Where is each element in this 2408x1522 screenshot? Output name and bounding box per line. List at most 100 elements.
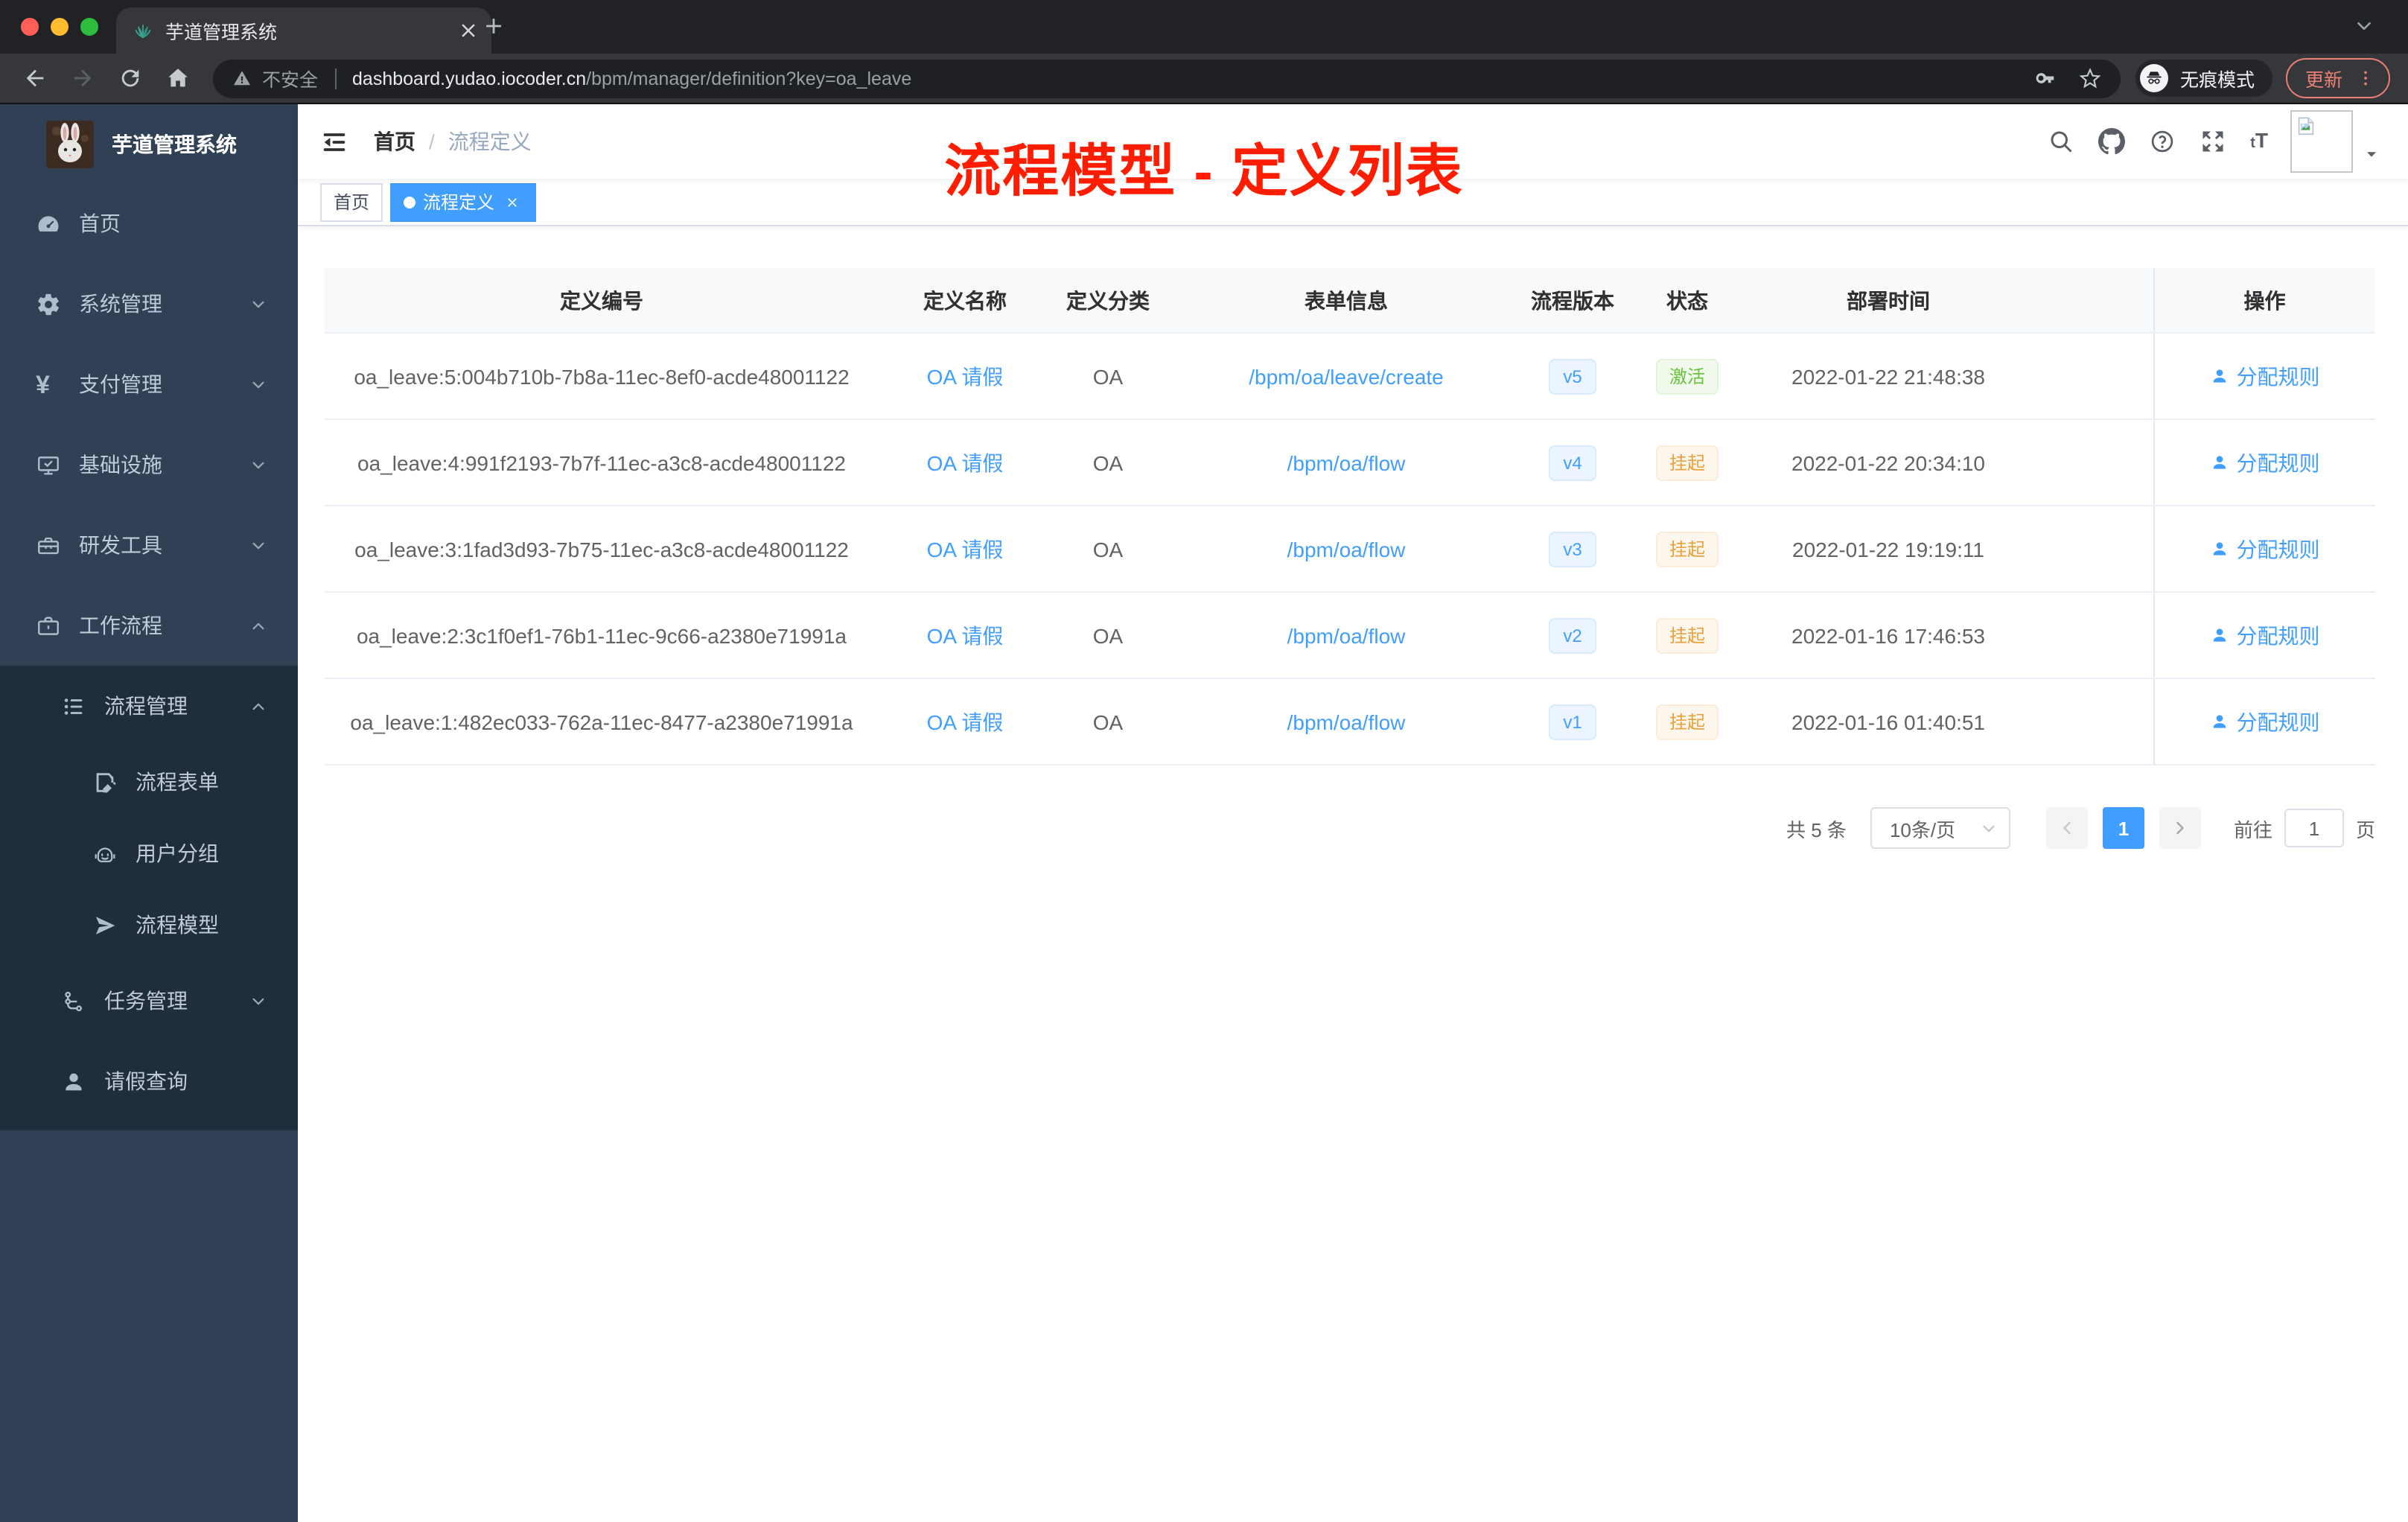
chevron-up-icon [250, 698, 267, 714]
sidebar-item-devtools[interactable]: 研发工具 [0, 505, 298, 585]
browser-menu-icon[interactable] [2356, 69, 2375, 88]
pagination-total: 共 5 条 [1786, 818, 1847, 841]
breadcrumb-separator: / [429, 130, 435, 153]
status-badge: 挂起 [1655, 531, 1719, 567]
sidebar-item-process-form[interactable]: 流程表单 [0, 746, 298, 818]
version-badge: v5 [1548, 358, 1597, 394]
sidebar-item-task-manage[interactable]: 任务管理 [0, 961, 298, 1041]
screen: 芋道管理系统 不安全 dashboard.yudao.iocoder.cn /b… [0, 0, 2408, 1522]
assign-rule-link[interactable]: 分配规则 [2210, 534, 2320, 564]
assign-rule-label: 分配规则 [2236, 710, 2320, 733]
cell-definition-id: oa_leave:2:3c1f0ef1-76b1-11ec-9c66-a2380… [325, 592, 879, 679]
sidebar-item-label: 用户分组 [136, 841, 219, 865]
assign-rule-link[interactable]: 分配规则 [2210, 707, 2320, 736]
sidebar-item-label: 工作流程 [79, 614, 162, 637]
sidebar-item-label: 任务管理 [104, 989, 188, 1013]
incognito-label: 无痕模式 [2179, 70, 2255, 91]
cell-spacer [2019, 333, 2153, 420]
user-icon [2210, 539, 2229, 558]
zoom-window-button[interactable] [80, 18, 98, 36]
sidebar-item-leave-query[interactable]: 请假查询 [0, 1041, 298, 1121]
incognito-icon [2144, 69, 2164, 88]
definition-name-link[interactable]: OA 请假 [927, 623, 1004, 647]
sidebar-item-payment[interactable]: ¥ 支付管理 [0, 344, 298, 424]
form-info-link[interactable]: /bpm/oa/flow [1287, 710, 1406, 733]
form-info-link[interactable]: /bpm/oa/flow [1287, 623, 1406, 647]
form-info-link[interactable]: /bpm/oa/flow [1287, 450, 1406, 474]
home-button[interactable] [165, 66, 191, 91]
sidebar-item-process-model[interactable]: 流程模型 [0, 889, 298, 961]
column-header-5: 流程版本 [1528, 268, 1617, 334]
chevron-up-icon [250, 617, 267, 634]
sidebar-item-system[interactable]: 系统管理 [0, 264, 298, 344]
back-button[interactable] [22, 66, 48, 91]
tab-overview-icon[interactable] [2354, 16, 2374, 36]
user-icon [2210, 366, 2229, 386]
user-icon [2210, 453, 2229, 472]
cell-spacer [2019, 592, 2153, 679]
form-info-link[interactable]: /bpm/oa/flow [1287, 537, 1406, 561]
next-page-button[interactable] [2159, 807, 2201, 849]
tab-close-icon[interactable] [457, 19, 480, 42]
sidebar-logo[interactable]: 芋道管理系统 [0, 104, 298, 183]
sidebar-item-label: 基础设施 [79, 453, 162, 477]
sidebar-item-home[interactable]: 首页 [0, 183, 298, 264]
assign-rule-label: 分配规则 [2236, 364, 2320, 388]
cell-deploy-time: 2022-01-16 01:40:51 [1757, 678, 2019, 765]
avatar-dropdown-icon[interactable] [2363, 145, 2380, 162]
prev-page-button[interactable] [2045, 807, 2088, 849]
yen-icon: ¥ [36, 370, 50, 398]
cell-category: OA [1051, 678, 1165, 765]
browser-update-button[interactable]: 更新 [2285, 58, 2390, 98]
browser-toolbar: 不安全 dashboard.yudao.iocoder.cn /bpm/mana… [0, 54, 2408, 104]
assign-rule-link[interactable]: 分配规则 [2210, 620, 2320, 650]
minimize-window-button[interactable] [51, 18, 69, 36]
github-icon[interactable] [2098, 128, 2126, 155]
definition-name-link[interactable]: OA 请假 [927, 450, 1004, 474]
sidebar-item-process-manage[interactable]: 流程管理 [0, 666, 298, 746]
logo-image [46, 120, 94, 168]
fullscreen-icon[interactable] [2200, 128, 2226, 155]
cell-definition-id: oa_leave:4:991f2193-7b7f-11ec-a3c8-acde4… [325, 419, 879, 506]
cell-category: OA [1051, 333, 1165, 420]
breadcrumb-home[interactable]: 首页 [374, 127, 415, 156]
sidebar-toggle-icon[interactable] [320, 127, 348, 156]
sidebar-item-infra[interactable]: 基础设施 [0, 424, 298, 505]
window-controls[interactable] [21, 18, 98, 36]
search-icon[interactable] [2048, 128, 2074, 155]
chevron-down-icon [250, 537, 267, 553]
address-bar[interactable]: 不安全 dashboard.yudao.iocoder.cn /bpm/mana… [213, 59, 2121, 98]
definition-name-link[interactable]: OA 请假 [927, 710, 1004, 733]
page-number-1[interactable]: 1 [2102, 807, 2144, 849]
bookmark-icon[interactable] [2079, 67, 2101, 89]
goto-page-input[interactable] [2284, 809, 2344, 847]
browser-tab[interactable]: 芋道管理系统 [116, 7, 491, 54]
close-window-button[interactable] [21, 18, 39, 36]
pagination: 共 5 条 10条/页 1 前往 页 [1786, 807, 2375, 849]
cell-definition-id: oa_leave:1:482ec033-762a-11ec-8477-a2380… [325, 678, 879, 765]
sidebar-item-workflow[interactable]: 工作流程 [0, 585, 298, 666]
definition-name-link[interactable]: OA 请假 [927, 537, 1004, 561]
assign-rule-label: 分配规则 [2236, 537, 2320, 561]
table-header-row: 定义编号 定义名称 定义分类 表单信息 流程版本 状态 部署时间 操作 [325, 268, 2375, 334]
new-tab-button[interactable] [481, 13, 506, 39]
tag-close-icon[interactable] [502, 191, 523, 212]
tree-icon [61, 988, 86, 1013]
form-info-link[interactable]: /bpm/oa/leave/create [1249, 364, 1444, 388]
assign-rule-link[interactable]: 分配规则 [2210, 361, 2320, 391]
avatar[interactable] [2290, 110, 2353, 173]
forward-button[interactable] [70, 66, 95, 91]
assign-rule-link[interactable]: 分配规则 [2210, 448, 2320, 477]
page-size-select[interactable]: 10条/页 [1870, 807, 2010, 849]
tag-首页[interactable]: 首页 [320, 182, 383, 221]
tag-流程定义[interactable]: 流程定义 [390, 182, 537, 221]
definition-name-link[interactable]: OA 请假 [927, 364, 1004, 388]
sidebar-item-user-group[interactable]: 用户分组 [0, 818, 298, 889]
sidebar-item-label: 系统管理 [79, 292, 162, 316]
url-divider [334, 68, 337, 89]
help-icon[interactable] [2149, 128, 2176, 155]
password-icon[interactable] [2034, 67, 2057, 89]
reload-button[interactable] [118, 66, 143, 91]
chevron-left-icon [2058, 819, 2076, 837]
font-size-icon[interactable]: tT [2250, 126, 2268, 157]
